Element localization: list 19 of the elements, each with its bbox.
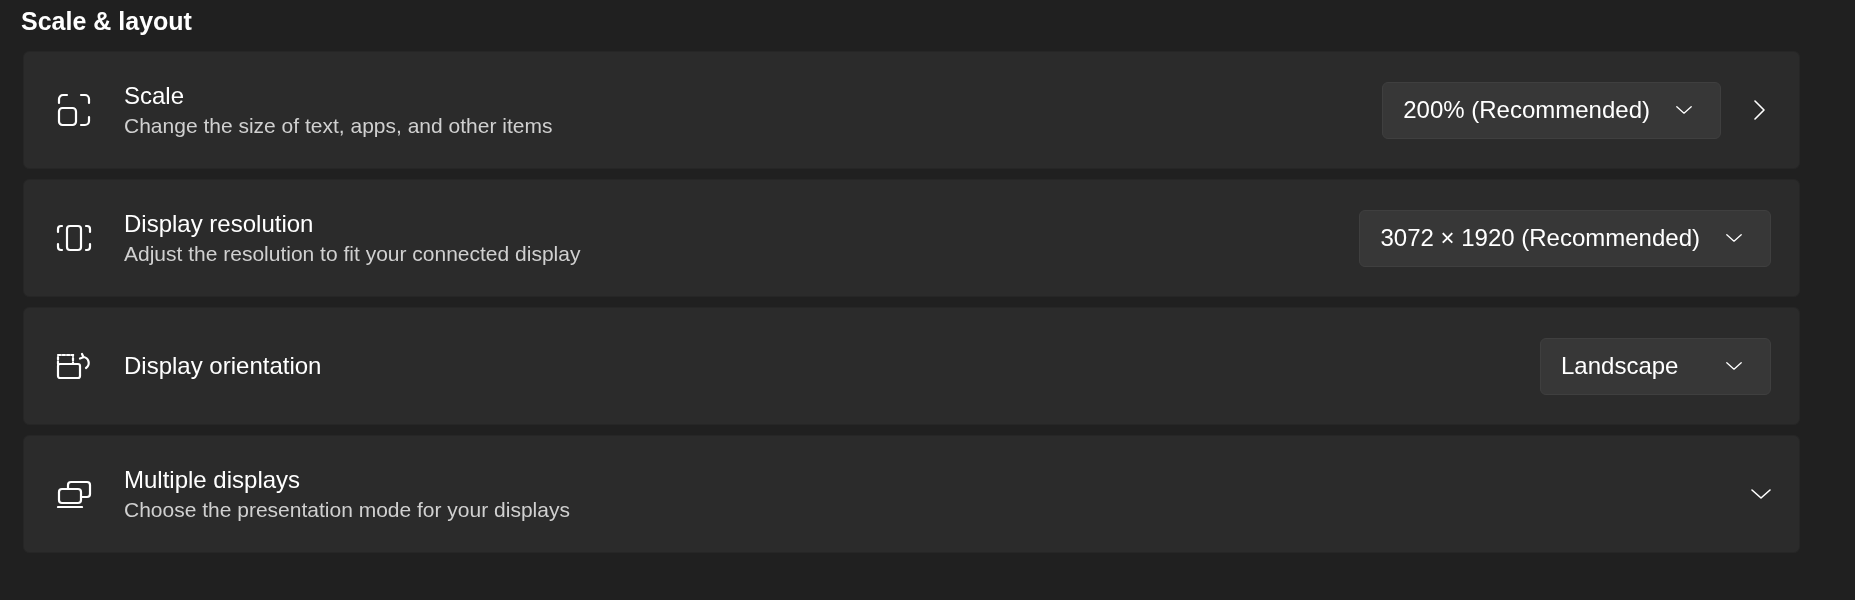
chevron-down-icon	[1726, 362, 1742, 370]
scale-icon	[57, 93, 91, 127]
setting-description: Choose the presentation mode for your displays	[124, 497, 570, 523]
setting-title: Display resolution	[124, 209, 314, 239]
setting-title: Multiple displays	[124, 465, 301, 495]
setting-description: Change the size of text, apps, and other items	[124, 113, 553, 139]
resolution-icon	[56, 224, 92, 252]
chevron-right-icon	[1753, 100, 1765, 120]
dropdown[interactable]: Landscape	[1540, 337, 1771, 395]
rotate-screen-icon	[56, 352, 92, 380]
section-heading: Scale & layout	[20, 6, 193, 37]
setting-title: Display orientation	[124, 351, 322, 381]
chevron-down-icon	[1676, 106, 1692, 114]
dropdown[interactable]: 200% (Recommended)	[1382, 81, 1721, 139]
setting-description: Adjust the resolution to fit your connected display	[124, 241, 581, 267]
dropdown[interactable]: 3072 × 1920 (Recommended)	[1359, 209, 1771, 267]
chevron-down-icon	[1726, 234, 1742, 242]
two-monitors-icon	[56, 480, 92, 508]
setting-title: Scale	[124, 81, 185, 111]
